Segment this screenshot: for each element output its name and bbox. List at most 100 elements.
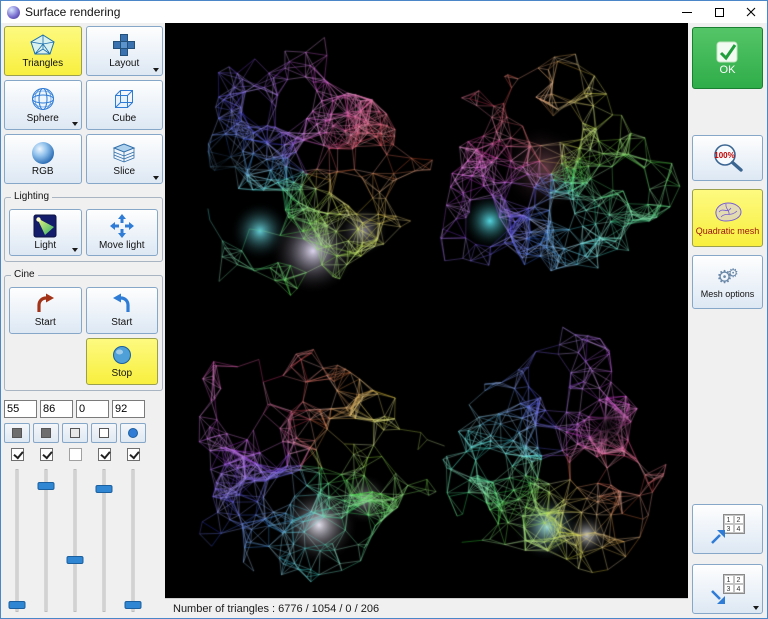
window-title: Surface rendering: [25, 5, 120, 19]
slider-thumb[interactable]: [125, 601, 142, 609]
lighting-group: Lighting: [4, 197, 163, 262]
light-button[interactable]: Light: [9, 209, 82, 256]
mesh-visibility-checkboxes: [4, 448, 163, 461]
mesh-color-button-2[interactable]: [33, 423, 59, 443]
numbered-grid-icon: 1234: [723, 574, 745, 594]
view-order-icon: 1234: [710, 513, 746, 545]
mesh-visible-checkbox-1[interactable]: [11, 448, 24, 461]
right-panel: OK 100% Quadratic me: [688, 23, 767, 618]
opacity-slider-2[interactable]: [33, 467, 59, 614]
cube-button[interactable]: Cube: [86, 80, 164, 130]
mesh-color-button-1[interactable]: [4, 423, 30, 443]
dropdown-arrow-icon: [153, 176, 159, 180]
triangles-label: Triangles: [22, 58, 63, 69]
cine-stop-label: Stop: [111, 368, 132, 379]
window-body: Triangles Layout: [1, 23, 767, 618]
triangle-count-text: Number of triangles : 6776 / 1054 / 0 / …: [173, 603, 379, 615]
mesh-visible-checkbox-5[interactable]: [127, 448, 140, 461]
left-toolbar: Triangles Layout: [1, 23, 165, 618]
shape-buttons: Triangles Layout: [4, 26, 163, 184]
slider-thumb[interactable]: [9, 601, 26, 609]
slider-thumb[interactable]: [67, 556, 84, 564]
render-viewport[interactable]: [165, 23, 688, 598]
cine-group-title: Cine: [11, 269, 38, 281]
numbered-grid-icon: 1234: [723, 514, 745, 534]
lighting-group-title: Lighting: [11, 191, 52, 203]
ok-button[interactable]: OK: [692, 27, 763, 89]
curved-arrow-right-icon: [33, 293, 57, 315]
light-label: Light: [34, 240, 56, 251]
maximize-button[interactable]: [703, 1, 735, 23]
triangles-button[interactable]: Triangles: [4, 26, 82, 76]
mesh-options-button[interactable]: ⚙ ⚙ Mesh options: [692, 255, 763, 309]
zoom-level-label: 100%: [711, 151, 739, 160]
opacity-sliders: [4, 467, 163, 614]
render-area: Number of triangles : 6776 / 1054 / 0 / …: [165, 23, 688, 618]
mesh-color-button-5[interactable]: [120, 423, 146, 443]
rgb-button[interactable]: RGB: [4, 134, 82, 184]
layout-button[interactable]: Layout: [86, 26, 164, 76]
close-icon: [746, 7, 756, 17]
cine-start-backward-label: Start: [111, 317, 132, 328]
stop-circle-icon: [111, 344, 133, 366]
zoom-100-button[interactable]: 100%: [692, 135, 763, 181]
threshold-input-4[interactable]: [112, 400, 145, 418]
mesh-color-button-3[interactable]: [62, 423, 88, 443]
cine-group: Cine Start: [4, 275, 163, 391]
wireframe-sphere-icon: [31, 87, 55, 111]
layout-label: Layout: [109, 58, 139, 69]
threshold-input-2[interactable]: [40, 400, 73, 418]
mesh-visible-checkbox-4[interactable]: [98, 448, 111, 461]
sphere-label: Sphere: [27, 113, 59, 124]
threshold-input-3[interactable]: [76, 400, 109, 418]
rgb-label: RGB: [32, 166, 54, 177]
minimize-icon: [682, 12, 692, 13]
curved-arrow-left-icon: [110, 293, 134, 315]
slice-cube-icon: [112, 142, 136, 164]
quadratic-mesh-button[interactable]: Quadratic mesh: [692, 189, 763, 247]
surface-rendering-window: Surface rendering Triangles: [0, 0, 768, 619]
threshold-input-1[interactable]: [4, 400, 37, 418]
mesh-visible-checkbox-3[interactable]: [69, 448, 82, 461]
slider-track[interactable]: [74, 469, 77, 612]
sphere-button[interactable]: Sphere: [4, 80, 82, 130]
dropdown-arrow-icon: [153, 68, 159, 72]
minimize-button[interactable]: [671, 1, 703, 23]
view-order-dropdown-button[interactable]: 1234: [692, 564, 763, 614]
ok-label: OK: [720, 65, 736, 76]
cine-start-backward-button[interactable]: Start: [86, 287, 159, 334]
slider-track[interactable]: [16, 469, 19, 612]
opacity-slider-3[interactable]: [62, 467, 88, 614]
cine-start-forward-button[interactable]: Start: [9, 287, 82, 334]
blue-arrow-icon: [710, 589, 726, 605]
mesh-color-button-4[interactable]: [91, 423, 117, 443]
move-arrows-icon: [110, 214, 134, 238]
mesh-options-label: Mesh options: [701, 289, 755, 300]
gears-icon: ⚙ ⚙: [717, 265, 739, 287]
app-icon: [7, 6, 20, 19]
color-swatch-icon: [99, 428, 109, 438]
dropdown-arrow-icon: [72, 122, 78, 126]
blue-arrow-icon: [710, 529, 726, 545]
cine-stop-button[interactable]: Stop: [86, 338, 159, 385]
move-light-button[interactable]: Move light: [86, 209, 159, 256]
slider-track[interactable]: [132, 469, 135, 612]
titlebar[interactable]: Surface rendering: [1, 1, 767, 23]
rgb-sphere-icon: [32, 142, 54, 164]
opacity-slider-4[interactable]: [91, 467, 117, 614]
slider-thumb[interactable]: [96, 485, 113, 493]
triangles-mesh-icon: [30, 34, 56, 56]
close-button[interactable]: [735, 1, 767, 23]
light-beam-icon: [33, 214, 57, 238]
view-order-icon: 1234: [710, 573, 746, 605]
slider-track[interactable]: [45, 469, 48, 612]
view-order-button[interactable]: 1234: [692, 504, 763, 554]
opacity-slider-1[interactable]: [4, 467, 30, 614]
slice-button[interactable]: Slice: [86, 134, 164, 184]
opacity-slider-5[interactable]: [120, 467, 146, 614]
slider-thumb[interactable]: [38, 482, 55, 490]
slice-label: Slice: [113, 166, 135, 177]
mesh-visible-checkbox-2[interactable]: [40, 448, 53, 461]
dropdown-arrow-icon: [753, 606, 759, 610]
gear-icon-small: ⚙: [728, 267, 739, 279]
